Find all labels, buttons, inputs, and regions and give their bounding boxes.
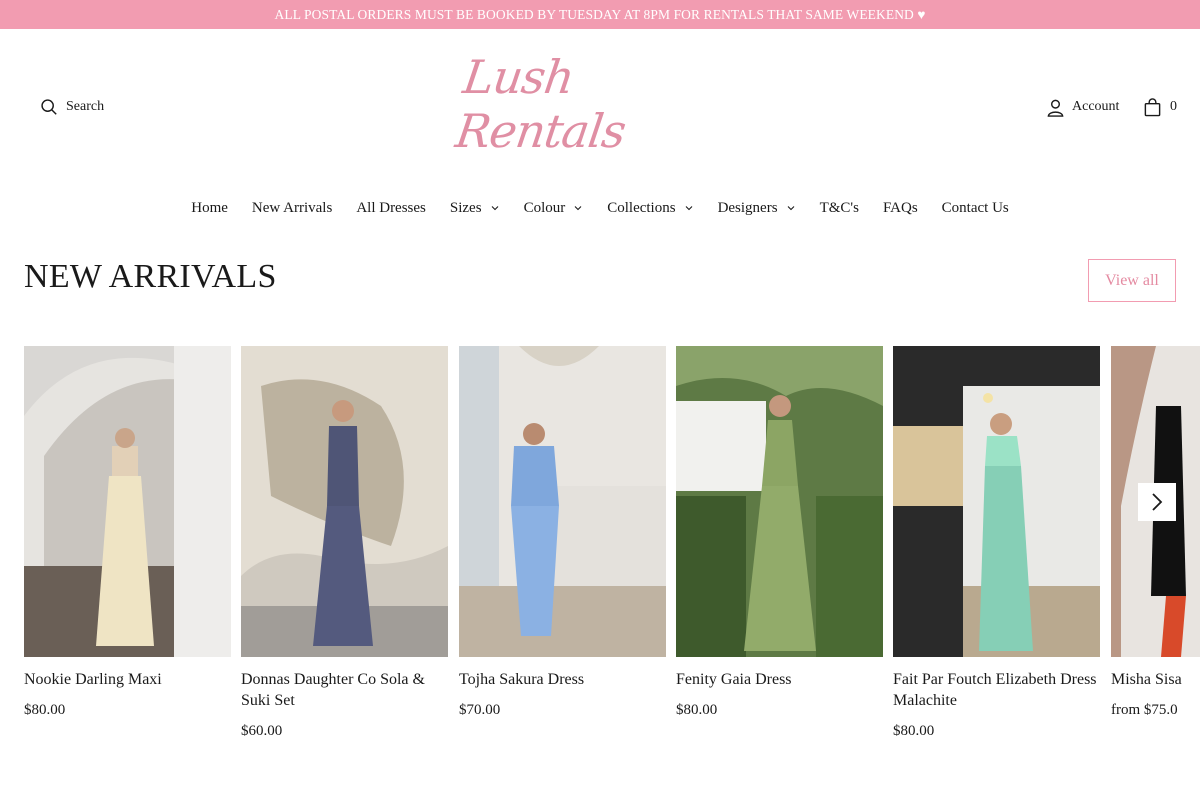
product-price: $80.00 [24,702,66,718]
search-button[interactable]: Search [40,96,104,118]
nav-item-label: Collections [607,199,676,216]
product-name[interactable]: Nookie Darling Maxi [24,669,231,690]
nav-item[interactable]: Designers [718,200,796,217]
product-card[interactable]: Fenity Gaia Dress $80.00 [676,346,883,719]
chevron-down-icon [685,206,692,211]
nav-item-label: Designers [717,199,778,216]
product-carousel: Nookie Darling Maxi $80.00 Donnas Daught… [24,346,1200,766]
logo: Lush Rentals [452,50,629,158]
nav-item-label: FAQs [882,199,918,216]
product-photo [893,346,1100,657]
chevron-right-icon [1152,493,1163,511]
product-name[interactable]: Donnas Daughter Co Sola & Suki Set [241,669,448,711]
nav-item[interactable]: All Dresses [356,200,426,217]
chevron-down-icon [491,206,498,211]
product-image[interactable] [676,346,883,657]
product-photo [459,346,666,657]
chevron-down-icon [574,206,582,211]
nav-item-label: Sizes [449,199,482,216]
product-name[interactable]: Fenity Gaia Dress [676,669,883,690]
product-image[interactable] [241,346,448,657]
nav-item[interactable]: Sizes [450,200,500,217]
cart-count: 0 [1170,99,1177,114]
product-name[interactable]: Misha Sisa [1111,669,1200,690]
product-card[interactable]: Nookie Darling Maxi $80.00 [24,346,231,719]
nav-item[interactable]: Home [191,200,228,217]
search-icon [41,99,57,115]
nav-item[interactable]: Colour [524,200,584,217]
account-link[interactable]: Account [1046,96,1119,118]
announcement-text: ALL POSTAL ORDERS MUST BE BOOKED BY TUES… [274,6,926,22]
nav-item-label: Contact Us [941,199,1009,216]
product-card[interactable]: Misha Sisa from $75.0 [1111,346,1200,719]
nav-item[interactable]: Collections [607,200,693,217]
shopping-bag-icon [1144,97,1161,116]
product-card[interactable]: Fait Par Foutch Elizabeth Dress Malachit… [893,346,1100,740]
product-price: $70.00 [459,702,501,718]
product-photo [241,346,448,657]
product-image[interactable] [459,346,666,657]
chevron-down-icon [787,206,794,211]
nav-item-label: New Arrivals [251,199,333,216]
main-nav: Home New Arrivals All Dresses Sizes Colour Co… [0,196,1200,220]
nav-item[interactable]: Contact Us [942,200,1009,217]
carousel-next-button[interactable] [1138,483,1176,521]
product-photo [676,346,883,657]
product-price: $80.00 [676,702,718,718]
nav-item-label: Colour [523,199,566,216]
nav-item-label: Home [191,199,228,216]
account-label: Account [1072,99,1120,114]
logo-link[interactable]: Lush Rentals [452,50,745,158]
product-name[interactable]: Fait Par Foutch Elizabeth Dress Malachit… [893,669,1100,711]
nav-item-label: All Dresses [356,199,426,216]
product-price: $80.00 [893,723,935,739]
view-all-button[interactable]: View all [1088,259,1176,302]
product-image[interactable] [24,346,231,657]
product-price: from $75.0 [1111,702,1178,718]
nav-item[interactable]: FAQs [883,200,918,217]
cart-link[interactable]: 0 [1143,96,1177,118]
nav-item[interactable]: T&C's [820,200,859,217]
nav-item[interactable]: New Arrivals [252,200,332,217]
user-icon [1047,99,1064,117]
section-title: NEW ARRIVALS [24,258,277,295]
product-card[interactable]: Donnas Daughter Co Sola & Suki Set $60.0… [241,346,448,740]
announcement-bar: ALL POSTAL ORDERS MUST BE BOOKED BY TUES… [0,0,1200,29]
product-price: $60.00 [241,723,283,739]
product-photo [24,346,231,657]
product-image[interactable] [893,346,1100,657]
nav-item-label: T&C's [819,199,859,216]
product-card[interactable]: Tojha Sakura Dress $70.00 [459,346,666,719]
product-name[interactable]: Tojha Sakura Dress [459,669,666,690]
search-label: Search [66,99,105,114]
